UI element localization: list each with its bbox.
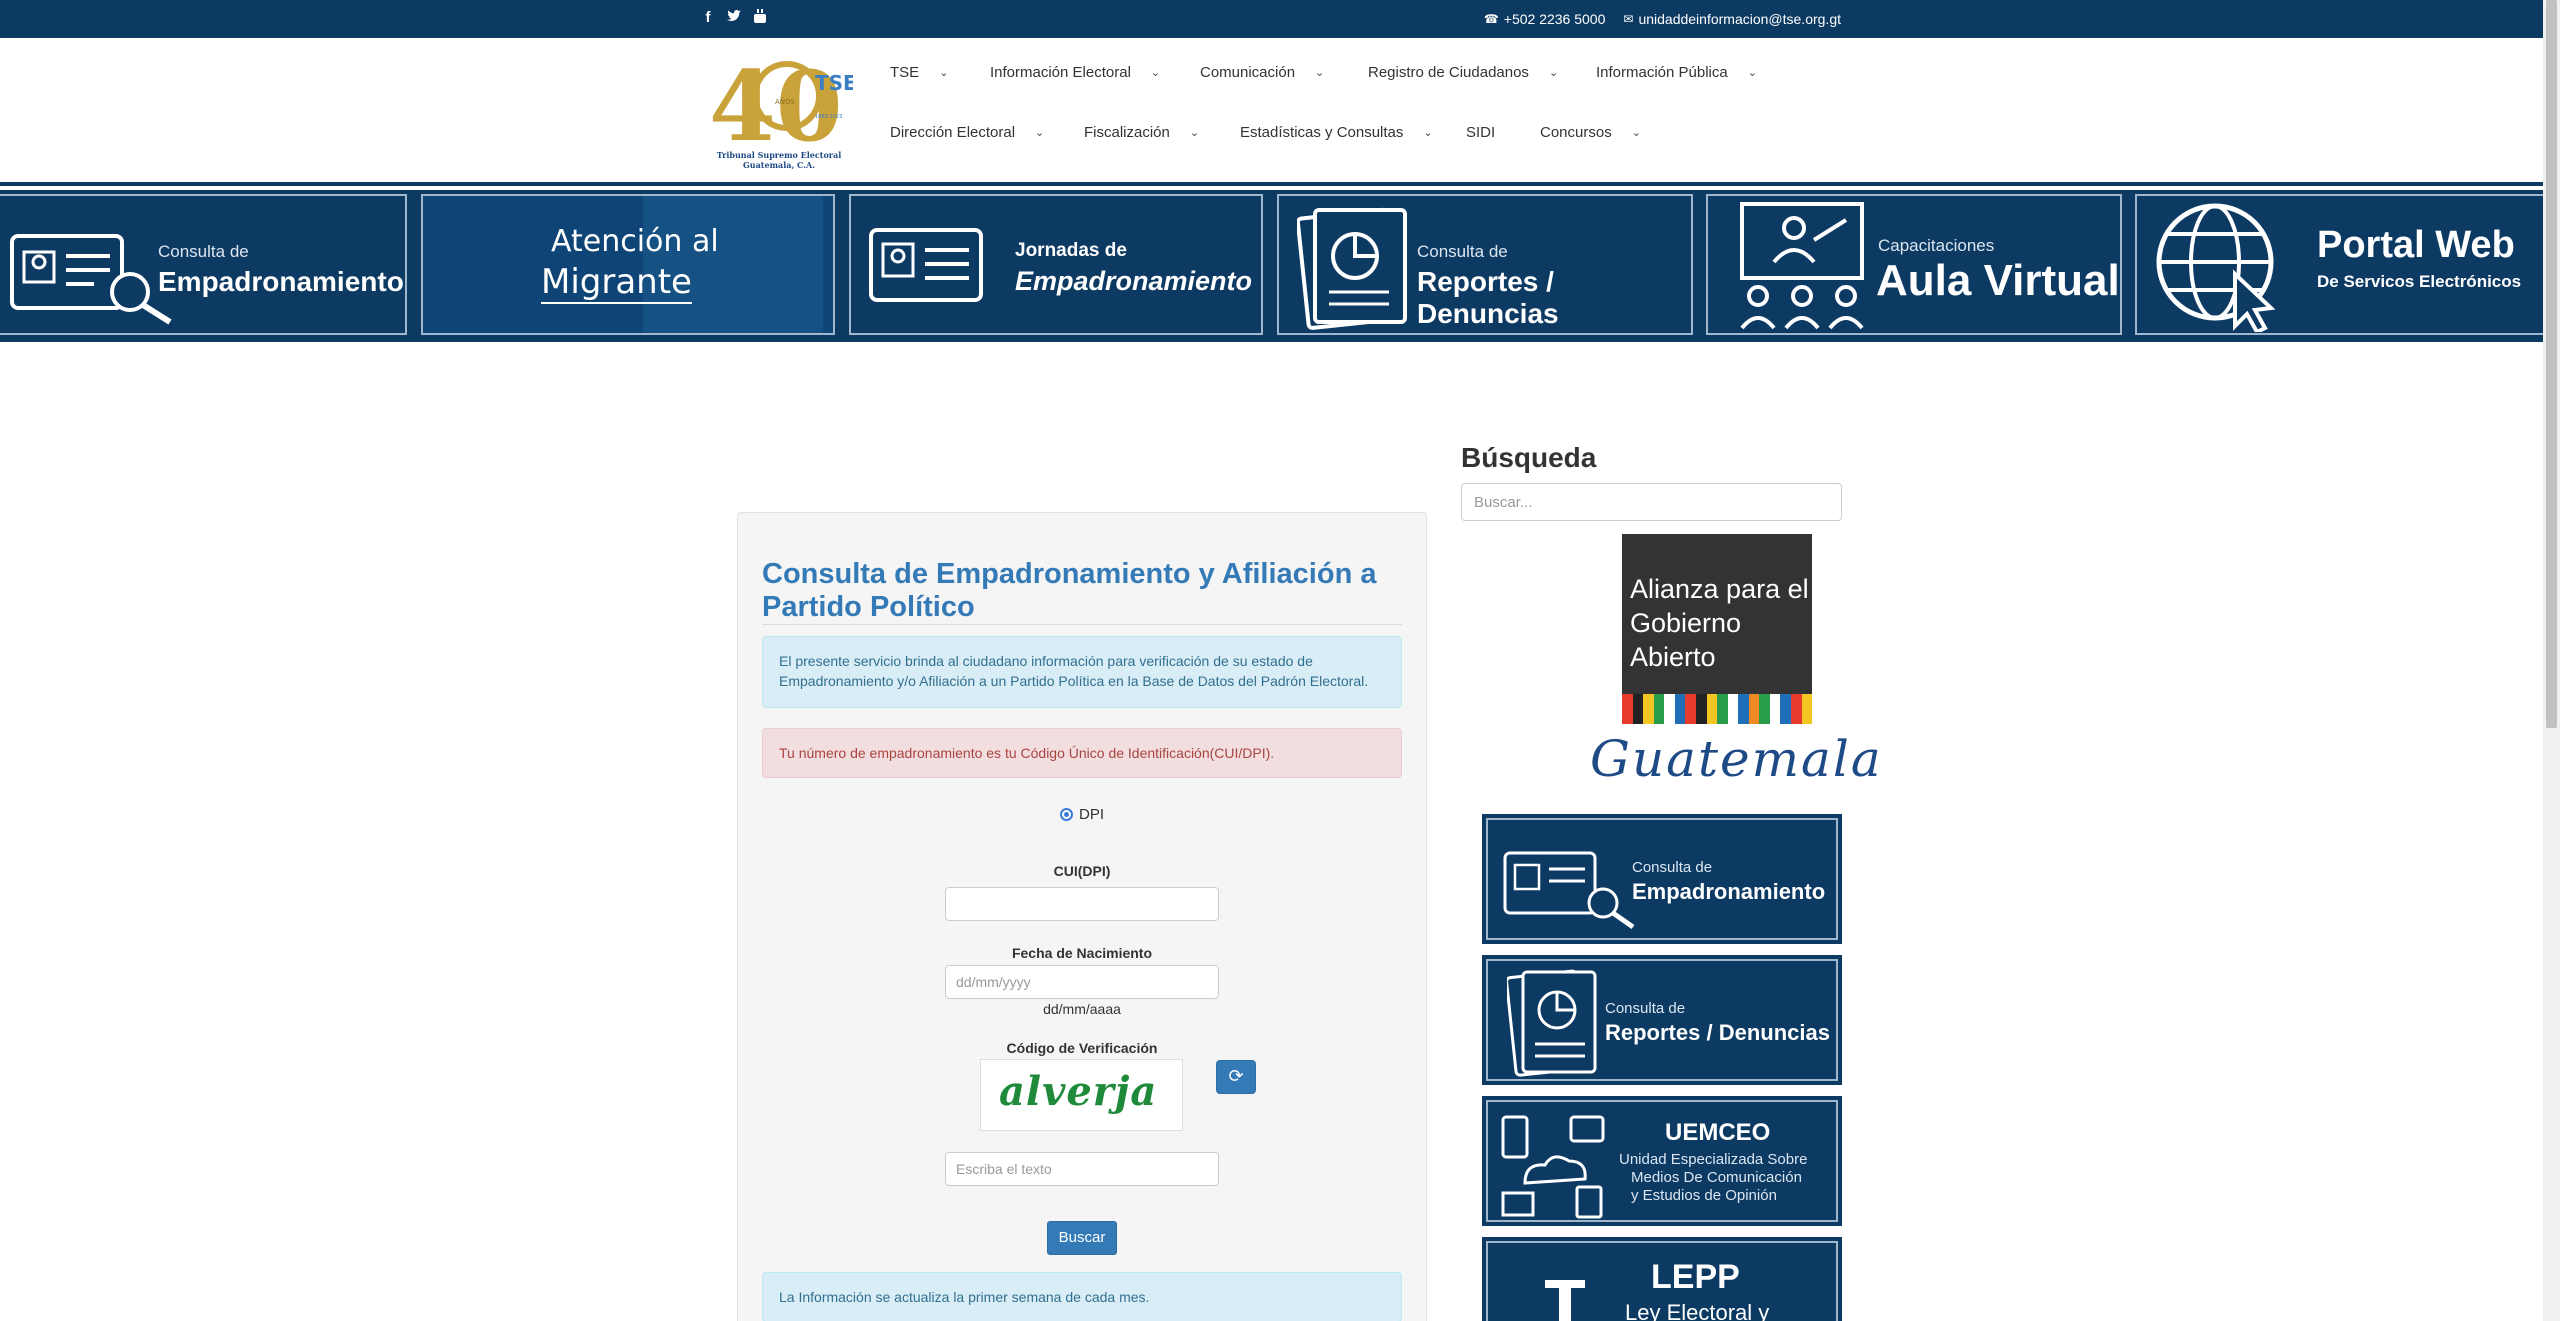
envelope-icon: ✉ xyxy=(1623,12,1634,26)
id-card-icon xyxy=(869,228,983,302)
nav-tse[interactable]: TSE ⌄ xyxy=(890,60,990,84)
scrollbar-thumb[interactable] xyxy=(2546,0,2557,728)
captcha-image: alverja xyxy=(980,1059,1183,1131)
birth-date-input[interactable] xyxy=(945,965,1219,999)
alianza-gobierno-abierto-logo[interactable]: Alianza para el Gobierno Abierto Guatema… xyxy=(1590,534,1881,796)
phone-number: +502 2236 5000 xyxy=(1503,11,1606,27)
nav-sidi[interactable]: SIDI xyxy=(1466,120,1540,144)
chevron-down-icon: ⌄ xyxy=(939,66,949,79)
email-address: unidaddeinformacion@tse.org.gt xyxy=(1638,11,1841,27)
guatemala-signature: Guatemala xyxy=(1590,730,1883,788)
dpi-radio-label: DPI xyxy=(1079,806,1105,823)
captcha-text: alverja xyxy=(999,1068,1158,1115)
svg-text:Tribunal Supremo Electoral: Tribunal Supremo Electoral xyxy=(717,150,842,160)
svg-text:TSE: TSE xyxy=(815,71,853,95)
facebook-icon[interactable]: f xyxy=(700,9,716,27)
nav-concursos[interactable]: Concursos ⌄ xyxy=(1540,120,1690,144)
chevron-down-icon: ⌄ xyxy=(1035,126,1045,139)
banner-jornadas-empadronamiento[interactable]: Jornadas de Empadronamiento xyxy=(849,194,1263,335)
nav-registro-ciudadanos[interactable]: Registro de Ciudadanos ⌄ xyxy=(1368,60,1596,84)
youtube-icon[interactable] xyxy=(752,9,768,27)
media-network-icon xyxy=(1501,1115,1605,1219)
divider xyxy=(762,624,1402,625)
banner-consulta-empadronamiento[interactable]: Consulta de Empadronamiento xyxy=(0,194,407,335)
chevron-down-icon: ⌄ xyxy=(1423,126,1433,139)
site-header: 40 AÑOS TSE 1983-2023 Tribunal Supremo E… xyxy=(0,38,2543,186)
cui-input[interactable] xyxy=(945,887,1219,921)
sidebar-search-input[interactable] xyxy=(1461,483,1842,521)
banner-reportes-denuncias[interactable]: Consulta de Reportes / Denuncias xyxy=(1277,194,1693,335)
captcha-input[interactable] xyxy=(945,1152,1219,1186)
twitter-icon[interactable] xyxy=(726,9,742,27)
svg-text:AÑOS: AÑOS xyxy=(775,97,796,106)
report-document-icon xyxy=(1507,969,1597,1077)
update-note-alert: La Información se actualiza la primer se… xyxy=(762,1272,1402,1321)
nav-direccion-electoral[interactable]: Dirección Electoral ⌄ xyxy=(890,120,1084,144)
chevron-down-icon: ⌄ xyxy=(1189,126,1200,139)
birth-date-label: Fecha de Nacimiento xyxy=(1011,945,1153,961)
nav-estadisticas-consultas[interactable]: Estadísticas y Consultas ⌄ xyxy=(1240,120,1466,144)
dpi-radio-option[interactable]: DPI xyxy=(1060,806,1104,823)
banner-strip: Consulta de Empadronamiento Atención al … xyxy=(0,190,2555,342)
tse-emblem-icon xyxy=(1545,1280,1585,1321)
phone-icon: ☎ xyxy=(1483,12,1499,26)
refresh-captcha-button[interactable]: ⟳ xyxy=(1216,1060,1256,1094)
nav-informacion-publica[interactable]: Información Pública ⌄ xyxy=(1596,60,1796,84)
chevron-down-icon: ⌄ xyxy=(1548,66,1559,79)
banner-portal-web[interactable]: Portal Web De Servicos Electrónicos xyxy=(2135,194,2555,335)
contact-info: ☎ +502 2236 5000 ✉ unidaddeinformacion@t… xyxy=(1484,11,1841,27)
sidebar-banner-uemceo[interactable]: UEMCEO Unidad Especializada Sobre Medios… xyxy=(1482,1096,1842,1226)
birth-date-hint: dd/mm/aaaa xyxy=(1043,1001,1121,1017)
svg-text:1983-2023: 1983-2023 xyxy=(815,114,842,120)
classroom-icon xyxy=(1740,202,1864,330)
banner-aula-virtual[interactable]: Capacitaciones Aula Virtual xyxy=(1706,194,2122,335)
top-bar: f ☎ +502 2236 5000 ✉ unidaddeinformacion… xyxy=(0,0,2543,38)
info-alert: El presente servicio brinda al ciudadano… xyxy=(762,636,1402,708)
captcha-label: Código de Verificación xyxy=(1006,1040,1158,1056)
chevron-down-icon: ⌄ xyxy=(1631,126,1641,139)
id-card-search-icon xyxy=(10,234,172,325)
email-contact[interactable]: ✉ unidaddeinformacion@tse.org.gt xyxy=(1623,11,1841,27)
sidebar-banner-empadronamiento[interactable]: Consulta de Empadronamiento xyxy=(1482,814,1842,944)
refresh-icon: ⟳ xyxy=(1228,1066,1244,1086)
id-card-search-icon xyxy=(1503,851,1635,930)
tse-40-years-logo[interactable]: 40 AÑOS TSE 1983-2023 Tribunal Supremo E… xyxy=(705,48,857,174)
main-nav-row-2: Dirección Electoral ⌄ Fiscalización ⌄ Esta… xyxy=(890,120,1690,144)
search-submit-button[interactable]: Buscar xyxy=(1047,1221,1117,1255)
banner-atencion-migrante[interactable]: Atención al Migrante xyxy=(421,194,835,335)
chevron-down-icon: ⌄ xyxy=(1315,66,1325,79)
color-stripes xyxy=(1622,694,1813,724)
sidebar-banner-reportes-denuncias[interactable]: Consulta de Reportes / Denuncias xyxy=(1482,955,1842,1085)
warning-alert: Tu número de empadronamiento es tu Códig… xyxy=(762,728,1402,778)
dpi-radio[interactable] xyxy=(1060,808,1073,821)
social-links: f xyxy=(700,9,768,27)
globe-cursor-icon xyxy=(2156,203,2276,332)
chevron-down-icon: ⌄ xyxy=(1150,66,1161,79)
phone-contact[interactable]: ☎ +502 2236 5000 xyxy=(1484,11,1606,27)
page: f ☎ +502 2236 5000 ✉ unidaddeinformacion… xyxy=(0,0,2560,1321)
sidebar-banner-lepp[interactable]: LEPP Ley Electoral y xyxy=(1482,1237,1842,1321)
chevron-down-icon: ⌄ xyxy=(1747,66,1757,79)
cui-label: CUI(DPI) xyxy=(1053,863,1111,879)
nav-comunicacion[interactable]: Comunicación ⌄ xyxy=(1200,60,1368,84)
search-heading: Búsqueda xyxy=(1461,442,1597,473)
report-document-icon xyxy=(1297,207,1407,330)
nav-fiscalizacion[interactable]: Fiscalización ⌄ xyxy=(1084,120,1240,144)
page-title: Consulta de Empadronamiento y Afiliación… xyxy=(762,558,1377,623)
main-nav-row-1: TSE ⌄ Información Electoral ⌄ Comunicación… xyxy=(890,60,1796,84)
svg-text:Guatemala, C.A.: Guatemala, C.A. xyxy=(743,160,815,170)
nav-informacion-electoral[interactable]: Información Electoral ⌄ xyxy=(990,60,1200,84)
